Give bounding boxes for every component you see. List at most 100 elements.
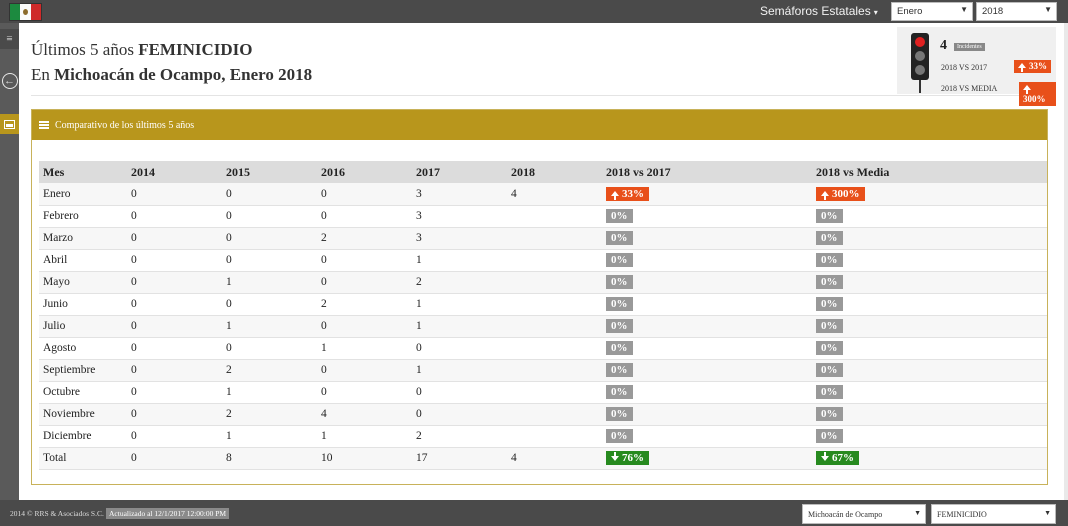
column-header: 2015 <box>222 161 317 183</box>
percent-value: 0% <box>611 430 628 442</box>
value-cell: 2 <box>222 359 317 382</box>
percent-value: 0% <box>611 320 628 332</box>
vs-prev-badge: 33% <box>1014 60 1051 73</box>
crime-select[interactable]: FEMINICIDIO ▼ <box>931 504 1056 524</box>
caret-down-icon: ▾ <box>873 8 878 17</box>
arrow-up-icon <box>1023 85 1031 94</box>
vs-media-cell: 0% <box>812 315 1047 338</box>
value-cell: 0 <box>127 205 222 228</box>
vs-media-cell: 0% <box>812 381 1047 404</box>
comparison-table: Mes 2014 2015 2016 2017 2018 2018 vs 2017 2018 … <box>39 161 1047 470</box>
value-cell <box>507 315 602 338</box>
arrow-left-icon: ← <box>1 73 18 89</box>
neutral-badge: 0% <box>816 209 843 223</box>
value-cell: 2 <box>317 227 412 250</box>
month-select[interactable]: Enero ▼ <box>891 2 973 21</box>
column-header: 2017 <box>412 161 507 183</box>
month-cell: Julio <box>39 315 127 338</box>
value-cell: 1 <box>412 249 507 272</box>
value-cell <box>507 227 602 250</box>
value-cell <box>507 359 602 382</box>
percent-value: 0% <box>821 386 838 398</box>
neutral-badge: 0% <box>606 429 633 443</box>
vs-prev-value: 33% <box>1029 61 1047 71</box>
semaforos-estatales-menu[interactable]: Semáforos Estatales ▾ <box>760 4 878 18</box>
comparative-panel: Comparativo de los últimos 5 años Mes 201… <box>31 109 1048 485</box>
vs-media-cell: 300% <box>812 183 1047 206</box>
value-cell: 3 <box>412 205 507 228</box>
vs-avg-value: 300% <box>1023 94 1046 104</box>
vs-2017-cell: 0% <box>602 271 812 294</box>
table-row: Julio 0 1 0 1 0% 0% <box>39 315 1047 338</box>
percent-value: 0% <box>611 232 628 244</box>
value-cell: 17 <box>412 447 507 470</box>
menu-toggle-icon[interactable]: ≡ <box>0 29 19 49</box>
month-cell: Junio <box>39 293 127 316</box>
value-cell <box>507 381 602 404</box>
percent-value: 0% <box>821 210 838 222</box>
percent-value: 0% <box>611 342 628 354</box>
value-cell: 1 <box>222 381 317 404</box>
decrease-badge: 67% <box>816 451 859 465</box>
percent-value: 0% <box>821 232 838 244</box>
vs-media-cell: 0% <box>812 403 1047 426</box>
table-row: Septiembre 0 2 0 1 0% 0% <box>39 359 1047 382</box>
vs-2017-cell: 0% <box>602 315 812 338</box>
vs-avg-label: 2018 VS MEDIA <box>941 84 998 93</box>
neutral-badge: 0% <box>816 429 843 443</box>
vs-media-cell: 0% <box>812 359 1047 382</box>
value-cell <box>507 249 602 272</box>
month-cell: Mayo <box>39 271 127 294</box>
value-cell: 0 <box>127 183 222 206</box>
value-cell: 0 <box>222 183 317 206</box>
neutral-badge: 0% <box>606 341 633 355</box>
year-select[interactable]: 2018 ▼ <box>976 2 1057 21</box>
value-cell: 1 <box>222 271 317 294</box>
value-cell <box>507 271 602 294</box>
neutral-badge: 0% <box>816 253 843 267</box>
vs-2017-cell: 0% <box>602 403 812 426</box>
table-row: Octubre 0 1 0 0 0% 0% <box>39 381 1047 404</box>
value-cell: 4 <box>507 447 602 470</box>
main-content: Últimos 5 años FEMINICIDIO En Michoacán … <box>19 23 1064 500</box>
neutral-badge: 0% <box>606 209 633 223</box>
neutral-badge: 0% <box>816 297 843 311</box>
neutral-badge: 0% <box>816 231 843 245</box>
table-row: Mayo 0 1 0 2 0% 0% <box>39 271 1047 294</box>
table-row: Abril 0 0 0 1 0% 0% <box>39 249 1047 272</box>
chart-view-icon[interactable] <box>0 114 19 134</box>
table-body: Enero 0 0 0 3 4 33% 300% Febrero 0 0 0 3 0% 0% Marzo 0 0 2… <box>39 183 1047 470</box>
percent-value: 0% <box>821 430 838 442</box>
vs-2017-cell: 0% <box>602 293 812 316</box>
vs-2017-cell: 0% <box>602 337 812 360</box>
value-cell: 0 <box>222 227 317 250</box>
panel-header[interactable]: Comparativo de los últimos 5 años <box>32 110 1047 140</box>
vs-2017-cell: 0% <box>602 249 812 272</box>
value-cell: 1 <box>317 425 412 448</box>
percent-value: 0% <box>611 276 628 288</box>
table-row: Febrero 0 0 0 3 0% 0% <box>39 205 1047 228</box>
back-button[interactable]: ← <box>0 69 19 93</box>
value-cell: 0 <box>222 337 317 360</box>
value-cell: 0 <box>412 403 507 426</box>
neutral-badge: 0% <box>816 341 843 355</box>
value-cell: 0 <box>317 381 412 404</box>
mexico-flag-icon[interactable] <box>9 3 42 21</box>
column-header: 2016 <box>317 161 412 183</box>
panel-title: Comparativo de los últimos 5 años <box>55 119 195 131</box>
value-cell: 0 <box>412 337 507 360</box>
month-cell: Total <box>39 447 127 470</box>
value-cell: 4 <box>507 183 602 206</box>
value-cell: 2 <box>412 271 507 294</box>
arrow-down-icon <box>821 452 829 461</box>
vs-media-cell: 0% <box>812 249 1047 272</box>
neutral-badge: 0% <box>816 407 843 421</box>
value-cell: 0 <box>127 425 222 448</box>
percent-value: 0% <box>821 298 838 310</box>
state-select[interactable]: Michoacán de Ocampo ▼ <box>802 504 926 524</box>
neutral-badge: 0% <box>816 385 843 399</box>
side-nav: ≡ ← <box>0 23 19 500</box>
neutral-badge: 0% <box>606 231 633 245</box>
value-cell: 0 <box>127 293 222 316</box>
arrow-up-icon <box>1018 63 1026 72</box>
